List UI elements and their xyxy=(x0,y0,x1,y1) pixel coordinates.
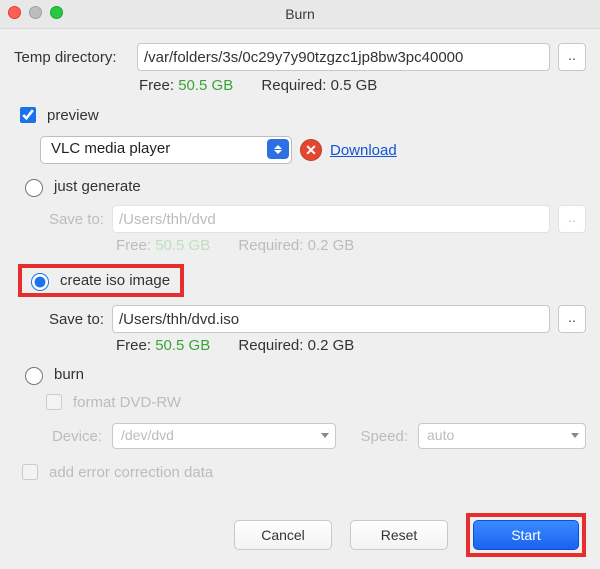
device-combo: /dev/dvd xyxy=(112,423,336,449)
player-select-value: VLC media player xyxy=(51,140,170,157)
zoom-icon[interactable] xyxy=(50,6,63,19)
temp-directory-browse-button[interactable]: .. xyxy=(558,43,586,71)
burn-section: burn format DVD-RW Device: /dev/dvd Spee… xyxy=(16,364,586,449)
just-generate-radio[interactable] xyxy=(25,179,43,197)
chevron-updown-icon xyxy=(267,139,289,159)
preview-checkbox[interactable] xyxy=(20,107,36,123)
save-to-label: Save to: xyxy=(34,211,104,228)
create-iso-radio[interactable] xyxy=(31,273,49,291)
ecc-checkbox xyxy=(22,464,38,480)
just-generate-label: just generate xyxy=(54,178,141,195)
reset-button[interactable]: Reset xyxy=(350,520,448,550)
temp-directory-info: Free: 50.5 GB Required: 0.5 GB xyxy=(139,77,586,94)
just-generate-save-field xyxy=(112,205,550,233)
free-label: Free: xyxy=(116,337,151,354)
minimize-icon xyxy=(29,6,42,19)
just-generate-browse-button: .. xyxy=(558,205,586,233)
ecc-label: add error correction data xyxy=(49,464,213,481)
burn-radio[interactable] xyxy=(25,367,43,385)
device-label: Device: xyxy=(42,428,102,445)
required-label: Required: xyxy=(238,337,303,354)
temp-directory-label: Temp directory: xyxy=(14,49,129,66)
ecc-row: add error correction data xyxy=(18,461,586,483)
preview-row: preview xyxy=(16,104,586,126)
required-value: 0.2 GB xyxy=(308,337,355,354)
just-generate-save-row: Save to: .. xyxy=(34,205,586,233)
close-icon[interactable] xyxy=(8,6,21,19)
download-link[interactable]: Download xyxy=(330,142,397,159)
window-controls xyxy=(8,6,63,19)
save-to-label: Save to: xyxy=(34,311,104,328)
free-value: 50.5 GB xyxy=(155,337,210,354)
highlight-create-iso: create iso image xyxy=(18,264,184,297)
create-iso-browse-button[interactable]: .. xyxy=(558,305,586,333)
speed-combo: auto xyxy=(418,423,586,449)
create-iso-save-row: Save to: .. xyxy=(34,305,586,333)
player-select[interactable]: VLC media player xyxy=(40,136,292,164)
highlight-start: Start xyxy=(466,513,586,557)
required-label: Required: xyxy=(238,237,303,254)
window-title: Burn xyxy=(285,6,315,22)
preview-label: preview xyxy=(47,107,99,124)
free-label: Free: xyxy=(116,237,151,254)
required-value: 0.5 GB xyxy=(331,77,378,94)
create-iso-save-field[interactable] xyxy=(112,305,550,333)
temp-directory-row: Temp directory: .. xyxy=(14,43,586,71)
speed-value: auto xyxy=(427,427,454,443)
titlebar: Burn xyxy=(0,0,600,29)
burn-label: burn xyxy=(54,366,84,383)
create-iso-info: Free: 50.5 GB Required: 0.2 GB xyxy=(116,337,586,354)
create-iso-label: create iso image xyxy=(60,272,170,289)
temp-directory-field[interactable] xyxy=(137,43,550,71)
player-row: VLC media player ✕ Download xyxy=(40,136,586,164)
device-value: /dev/dvd xyxy=(121,427,174,443)
format-dvdrw-checkbox xyxy=(46,394,62,410)
format-dvdrw-label: format DVD-RW xyxy=(73,394,181,411)
speed-label: Speed: xyxy=(346,428,408,445)
error-icon: ✕ xyxy=(300,139,322,161)
create-iso-section: create iso image Save to: .. Free: 50.5 … xyxy=(16,264,586,354)
free-value: 50.5 GB xyxy=(178,77,233,94)
free-value: 50.5 GB xyxy=(155,237,210,254)
free-label: Free: xyxy=(139,77,174,94)
just-generate-section: just generate Save to: .. Free: 50.5 GB … xyxy=(16,176,586,254)
required-label: Required: xyxy=(261,77,326,94)
bottom-bar: Cancel Reset Start xyxy=(234,513,586,557)
just-generate-info: Free: 50.5 GB Required: 0.2 GB xyxy=(116,237,586,254)
required-value: 0.2 GB xyxy=(308,237,355,254)
start-button[interactable]: Start xyxy=(473,520,579,550)
cancel-button[interactable]: Cancel xyxy=(234,520,332,550)
